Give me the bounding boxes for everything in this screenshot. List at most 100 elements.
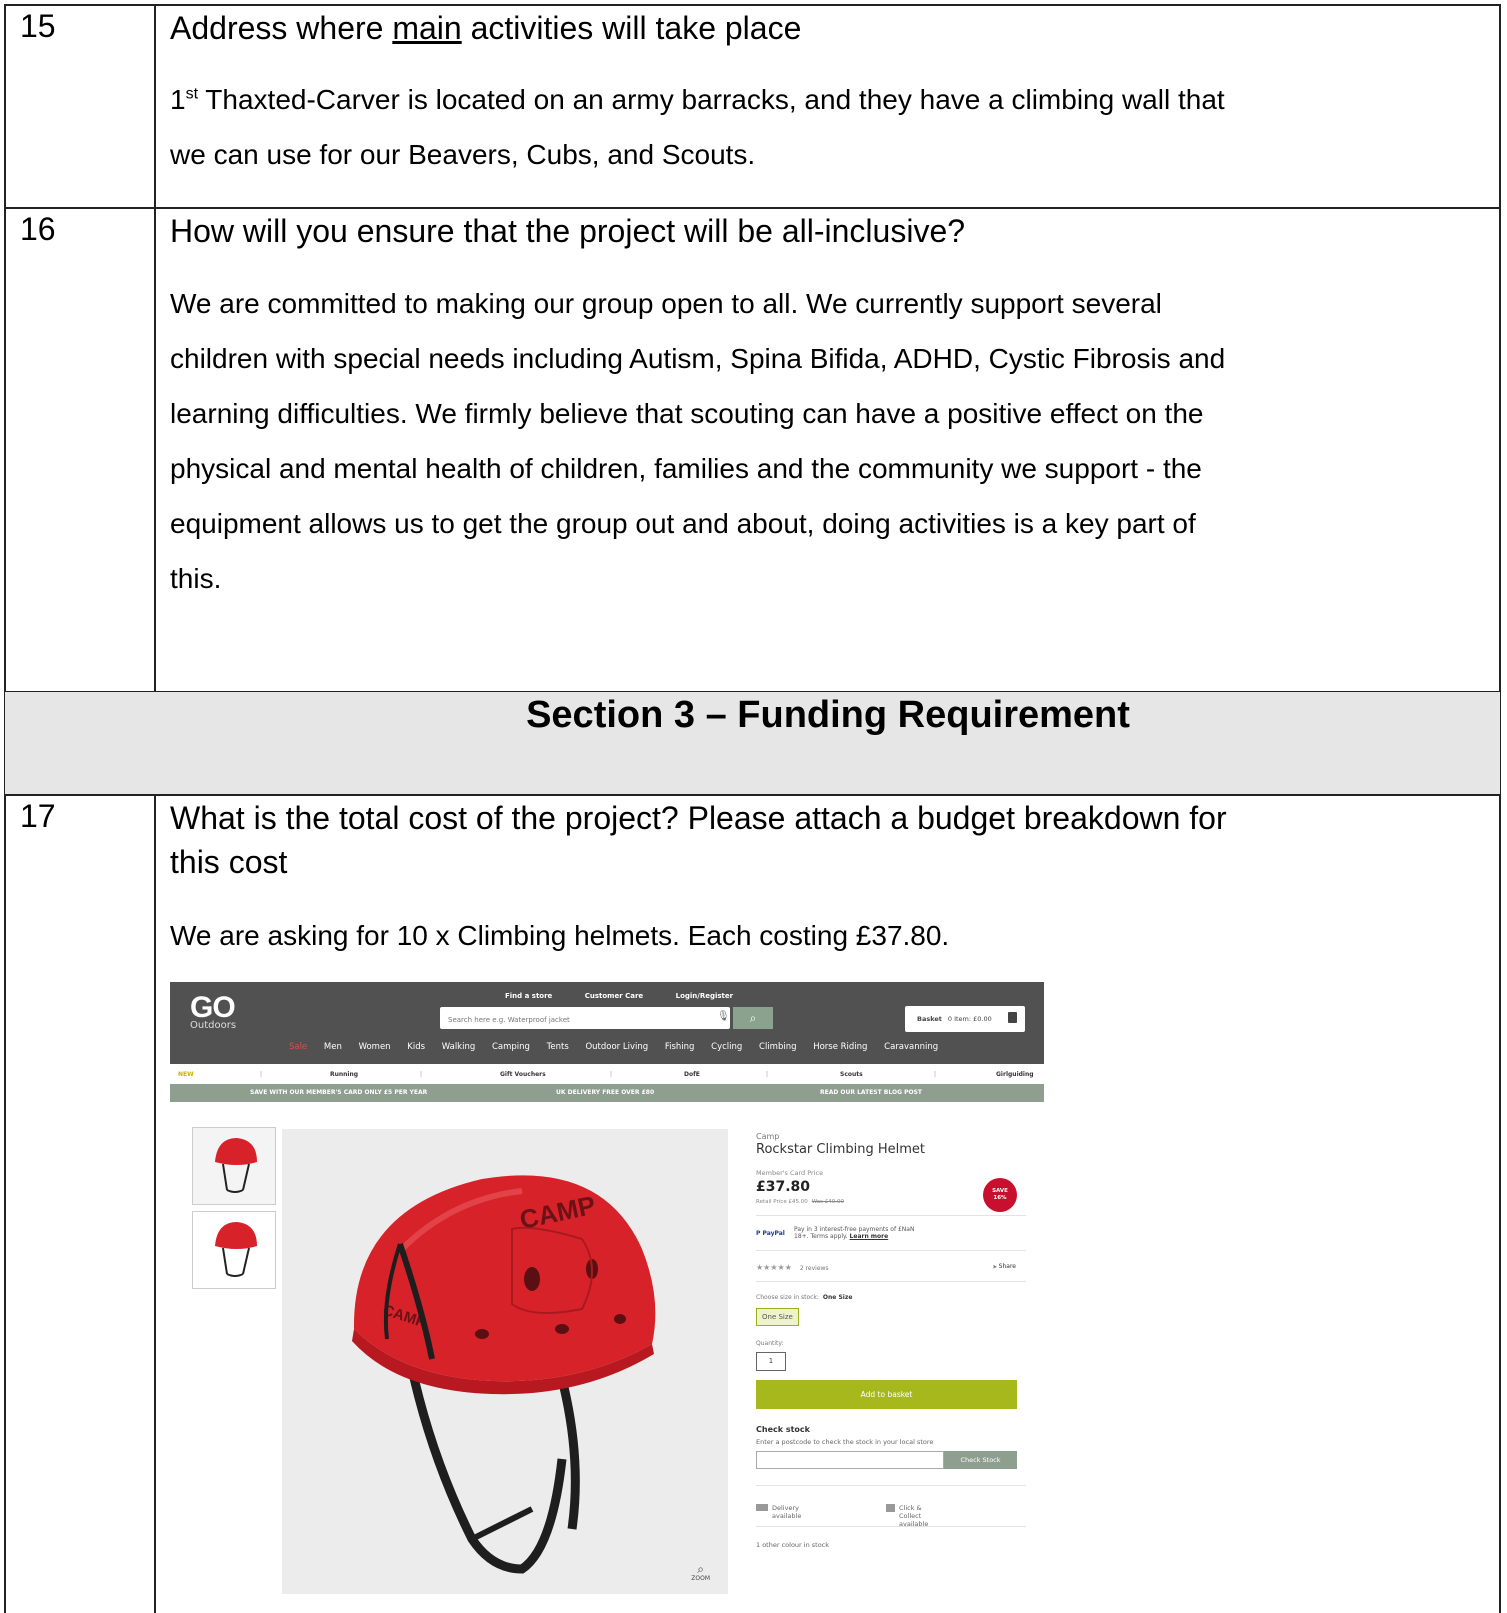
divider [756,1526,1026,1527]
question-15: Address where main activities will take … [170,6,801,50]
customer-care-link[interactable]: Customer Care [585,992,643,1000]
size-label: Choose size in stock: One Size [756,1294,1026,1301]
add-to-basket-button[interactable]: Add to basket [756,1380,1017,1409]
search-button[interactable]: ⌕ [733,1007,773,1029]
product-main-image[interactable]: CAMP CAMP ⌕ ZOOM [282,1129,728,1594]
promo-members-card[interactable]: SAVE WITH OUR MEMBER'S CARD ONLY £5 PER … [250,1089,427,1096]
delivery-available: Delivery available [756,1504,801,1520]
search-icon: ⌕ [749,1011,757,1025]
divider [756,1485,1026,1486]
delivery-text: Delivery available [772,1504,802,1520]
section-title: Section 3 – Funding Requirement [526,694,1130,736]
search-input[interactable] [440,1009,716,1031]
promo-blog[interactable]: READ OUR LATEST BLOG POST [820,1089,922,1096]
reviews-link[interactable]: 2 reviews [800,1265,829,1272]
paypal-logo: P PayPal [756,1230,785,1237]
size-selected: One Size [822,1294,853,1301]
application-form-table: 15 Address where main activities will ta… [0,0,1507,1613]
site-header: GO Outdoors Find a store Customer Care L… [170,982,1044,1064]
nav-item-walking[interactable]: Walking [442,1042,476,1052]
paypal-line: Pay in 3 interest-free payments of £NaN [794,1226,915,1233]
helmet-thumbnail-image [215,1222,257,1277]
answer-line: we can use for our Beavers, Cubs, and Sc… [170,139,756,170]
members-price-label: Member's Card Price [756,1169,824,1177]
login-register-link[interactable]: Login/Register [676,992,733,1000]
availability-row: Delivery available Click & Collect avail… [756,1504,1026,1528]
table-border-left [4,4,6,1613]
answer-line: physical and mental health of children, … [170,453,1202,484]
helmet-thumbnail-image [215,1138,257,1193]
learn-more-link[interactable]: Learn more [850,1233,889,1240]
subnav-item-girlguiding[interactable]: Girlguiding [996,1071,1034,1078]
paypal-info: P PayPal Pay in 3 interest-free payments… [756,1226,1026,1240]
nav-item-outdoor-living[interactable]: Outdoor Living [585,1042,648,1052]
nav-item-sale[interactable]: Sale [289,1042,307,1052]
postcode-input[interactable] [756,1451,944,1469]
table-column-divider [154,4,156,1613]
zoom-button[interactable]: ⌕ ZOOM [691,1563,710,1582]
row-number: 16 [20,211,56,247]
save-badge: SAVE 16% [983,1178,1017,1212]
answer-line: children with special needs including Au… [170,343,1226,374]
question-17: What is the total cost of the project? P… [170,796,1227,884]
delivery-truck-icon [756,1504,768,1511]
nav-item-horse-riding[interactable]: Horse Riding [813,1042,867,1052]
subnav-item-scouts[interactable]: Scouts [840,1071,863,1078]
share-button[interactable]: ⪢ Share [993,1263,1016,1271]
nav-item-men[interactable]: Men [324,1042,342,1052]
table-border-right [1499,4,1501,1613]
promo-bar: SAVE WITH OUR MEMBER'S CARD ONLY £5 PER … [170,1084,1044,1102]
product-thumbnail[interactable] [192,1211,276,1289]
check-stock-description: Enter a postcode to check the stock in y… [756,1438,934,1446]
question-text: activities will take place [461,10,802,46]
promo-free-delivery[interactable]: UK DELIVERY FREE OVER £80 [556,1089,654,1096]
retail-price-text: Retail Price £45.00 [756,1199,808,1205]
subnav-item-running[interactable]: Running [330,1071,358,1078]
save-label: SAVE [992,1188,1008,1194]
subnav-item-gift-vouchers[interactable]: Gift Vouchers [500,1071,546,1078]
subnav-separator: | [260,1071,263,1078]
answer-line: learning difficulties. We firmly believe… [170,398,1204,429]
question-line: this cost [170,844,288,880]
share-label: Share [998,1263,1016,1270]
quantity-input[interactable]: 1 [756,1352,786,1371]
product-brand[interactable]: Camp [756,1132,1026,1141]
nav-item-fishing[interactable]: Fishing [665,1042,695,1052]
main-nav: Sale Men Women Kids Walking Camping Tent… [282,1042,945,1052]
nav-item-camping[interactable]: Camping [492,1042,530,1052]
nav-item-women[interactable]: Women [359,1042,391,1052]
size-option-button[interactable]: One Size [756,1308,799,1326]
zoom-label: ZOOM [691,1575,710,1582]
click-collect-available: Click & Collect available [886,1504,928,1528]
nav-item-cycling[interactable]: Cycling [711,1042,742,1052]
nav-item-tents[interactable]: Tents [547,1042,569,1052]
nav-item-climbing[interactable]: Climbing [759,1042,796,1052]
subnav-item-dofe[interactable]: DofE [684,1071,700,1078]
site-logo[interactable]: GO [190,993,236,1023]
star-rating-icon[interactable]: ★★★★★ [756,1263,792,1272]
product-info: Camp Rockstar Climbing Helmet Member's C… [756,1132,1026,1549]
basket-button[interactable]: Basket 0 Item: £0.00 [905,1006,1025,1032]
product-thumbnail[interactable] [192,1127,276,1205]
reviews-row: ★★★★★ 2 reviews ⪢ Share [756,1263,1026,1275]
divider [756,1215,1026,1216]
answer-line: 1st Thaxted-Carver is located on an army… [170,72,1410,127]
nav-item-caravanning[interactable]: Caravanning [884,1042,938,1052]
other-colour-link[interactable]: 1 other colour in stock [756,1541,1026,1549]
subnav-item-new[interactable]: NEW [178,1071,194,1078]
row-number: 15 [20,8,56,44]
collect-text: Click & Collect available [899,1504,929,1528]
secondary-nav: NEW | Running | Gift Vouchers | DofE | S… [170,1064,1044,1084]
divider [756,1281,1026,1282]
subnav-separator: | [610,1071,613,1078]
paypal-text: Pay in 3 interest-free payments of £NaN 1… [794,1226,914,1240]
find-store-link[interactable]: Find a store [505,992,552,1000]
subnav-separator: | [420,1071,423,1078]
answer-line: this. [170,563,222,594]
question-line: What is the total cost of the project? P… [170,800,1227,836]
microphone-icon[interactable]: 🎙 [717,1011,730,1022]
check-stock-button[interactable]: Check Stock [944,1451,1017,1469]
row-number: 17 [20,798,56,834]
answer-16: We are committed to making our group ope… [170,276,1410,606]
nav-item-kids[interactable]: Kids [407,1042,425,1052]
